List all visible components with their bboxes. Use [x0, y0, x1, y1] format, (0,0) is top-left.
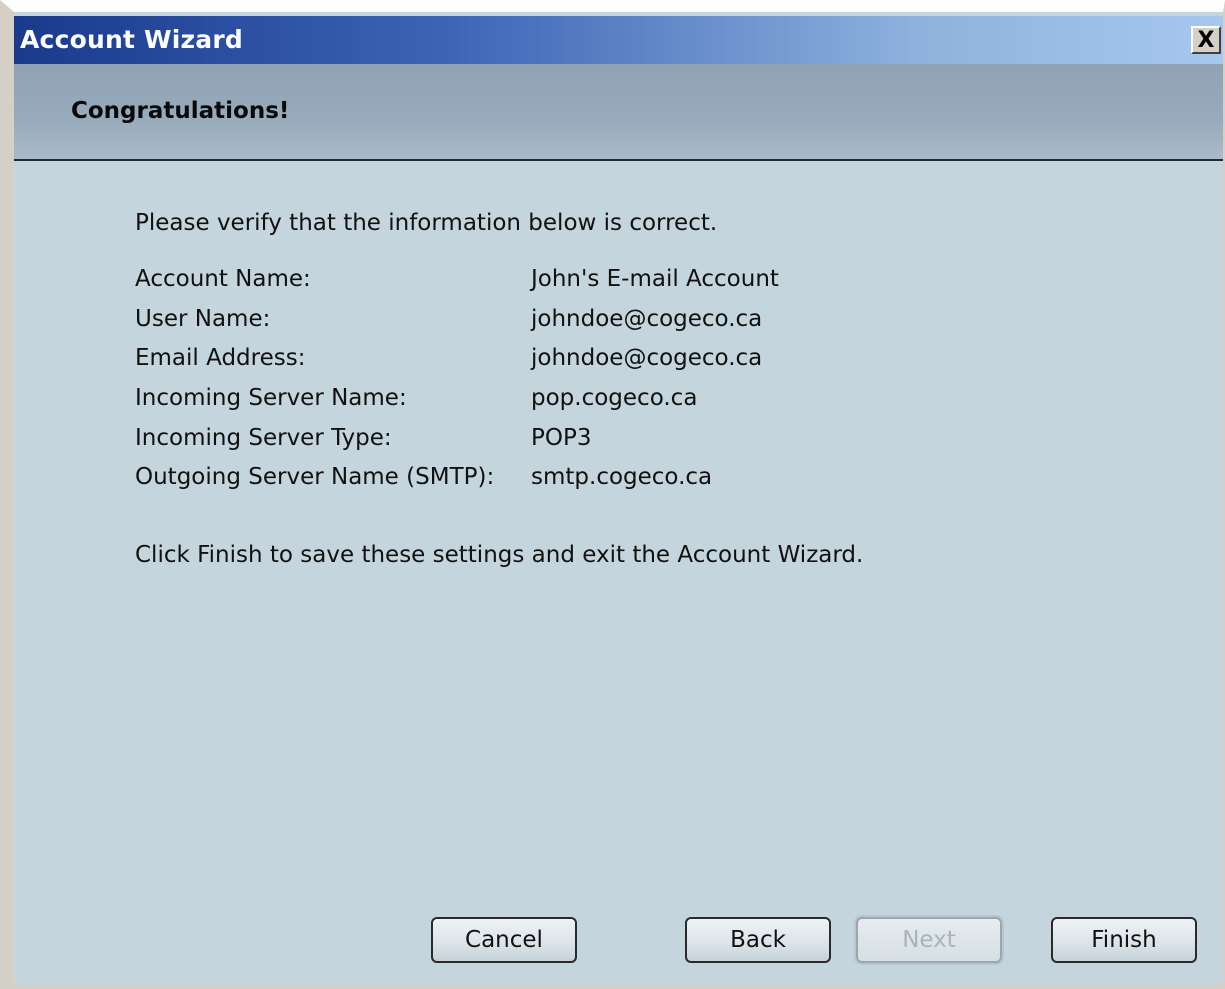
finish-button[interactable]: Finish: [1051, 917, 1197, 963]
outro-text: Click Finish to save these settings and …: [135, 542, 864, 568]
close-icon: X: [1197, 27, 1215, 53]
info-label: Account Name:: [135, 266, 311, 292]
info-value: pop.cogeco.ca: [531, 385, 698, 411]
info-label: User Name:: [135, 306, 271, 332]
wizard-header: Congratulations!: [14, 64, 1223, 161]
info-value: smtp.cogeco.ca: [531, 464, 713, 490]
next-button[interactable]: Next: [856, 917, 1002, 963]
info-label: Incoming Server Type:: [135, 425, 392, 451]
info-label: Email Address:: [135, 345, 306, 371]
info-label: Incoming Server Name:: [135, 385, 407, 411]
window-title: Account Wizard: [20, 25, 244, 54]
close-button[interactable]: X: [1191, 26, 1221, 54]
info-value: johndoe@cogeco.ca: [531, 306, 763, 332]
intro-text: Please verify that the information below…: [135, 210, 718, 236]
back-button[interactable]: Back: [685, 917, 831, 963]
cancel-button[interactable]: Cancel: [431, 917, 577, 963]
account-wizard-window: Account Wizard X Congratulations! Please…: [0, 0, 1225, 989]
info-value: johndoe@cogeco.ca: [531, 345, 763, 371]
page-heading: Congratulations!: [71, 98, 290, 124]
info-label: Outgoing Server Name (SMTP):: [135, 464, 495, 490]
info-value: John's E-mail Account: [531, 266, 779, 292]
title-bar[interactable]: Account Wizard X: [14, 16, 1223, 64]
info-value: POP3: [531, 425, 592, 451]
